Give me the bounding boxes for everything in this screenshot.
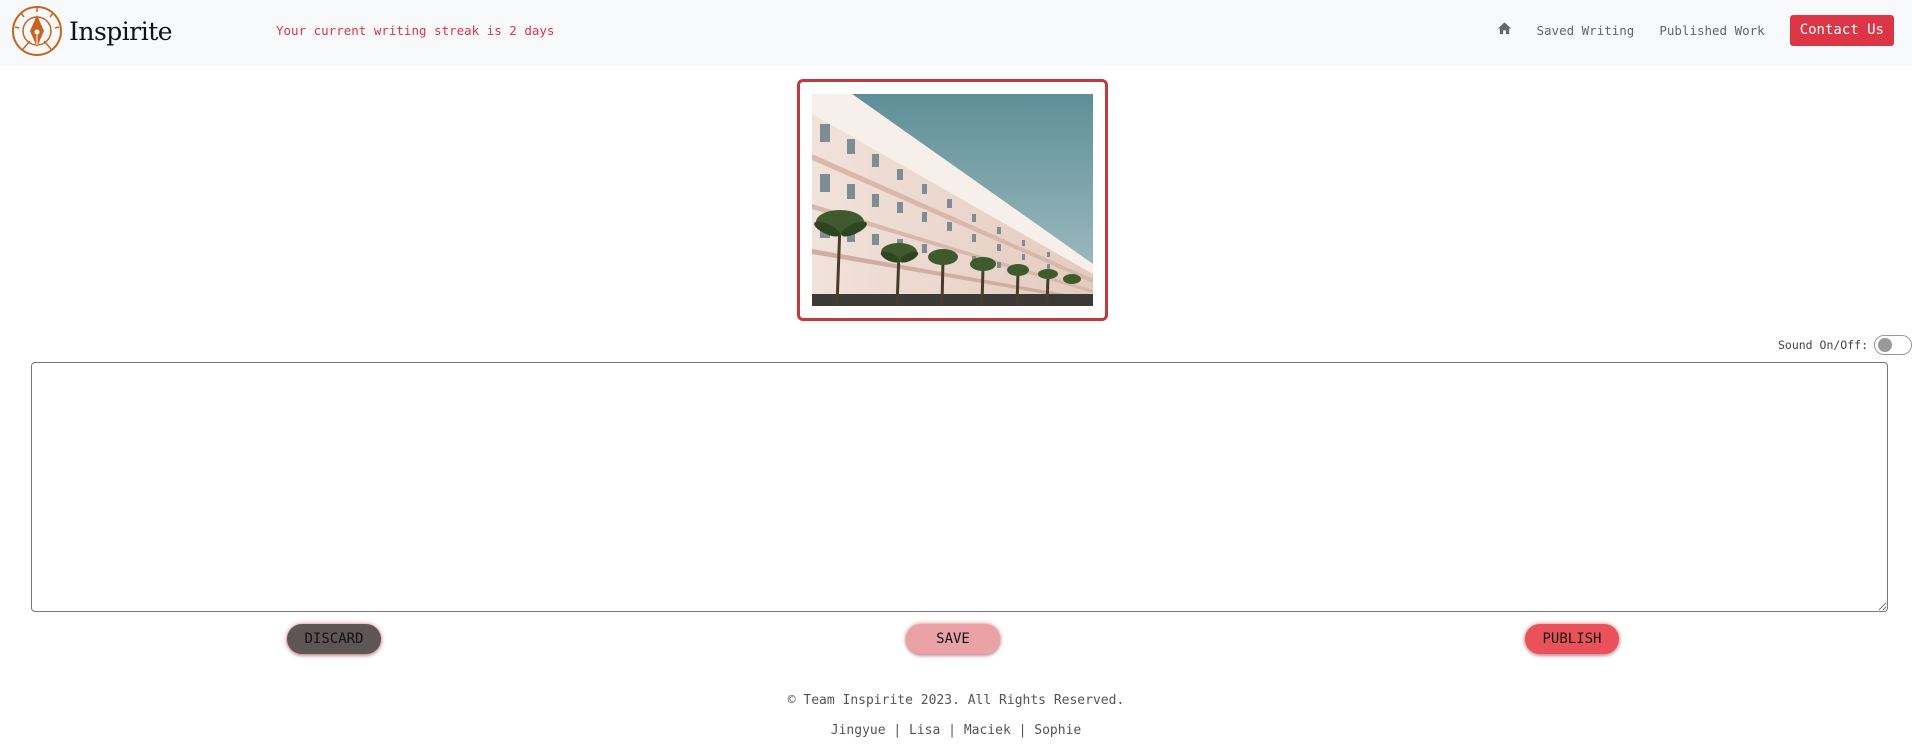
nav-links: Saved Writing Published Work Contact Us [1497,15,1894,46]
home-icon [1497,22,1511,35]
footer-team-names: Jingyue | Lisa | Maciek | Sophie [830,723,1082,738]
sound-control: Sound On/Off: [1778,335,1912,355]
sound-toggle[interactable] [1874,335,1912,355]
home-link[interactable] [1497,21,1537,40]
toggle-knob [1878,338,1892,352]
writing-streak-text: Your current writing streak is 2 days [276,23,555,38]
writing-textarea[interactable] [31,362,1888,612]
prompt-image-frame [797,79,1108,321]
brand-link[interactable]: Inspirite [11,5,173,57]
contact-us-button[interactable]: Contact Us [1789,15,1894,46]
pen-nib-logo-icon [12,6,62,56]
prompt-image [812,94,1093,306]
brand-name: Inspirite [69,16,173,46]
footer-copyright: © Team Inspirite 2023. All Rights Reserv… [787,693,1125,708]
nav-published-work[interactable]: Published Work [1659,23,1764,38]
nav-saved-writing[interactable]: Saved Writing [1537,23,1635,38]
navbar: Inspirite Your current writing streak is… [0,0,1912,66]
sound-toggle-label: Sound On/Off: [1777,338,1868,352]
publish-button[interactable]: PUBLISH [1525,624,1619,654]
save-button[interactable]: SAVE [906,624,1000,654]
discard-button[interactable]: DISCARD [287,624,381,654]
